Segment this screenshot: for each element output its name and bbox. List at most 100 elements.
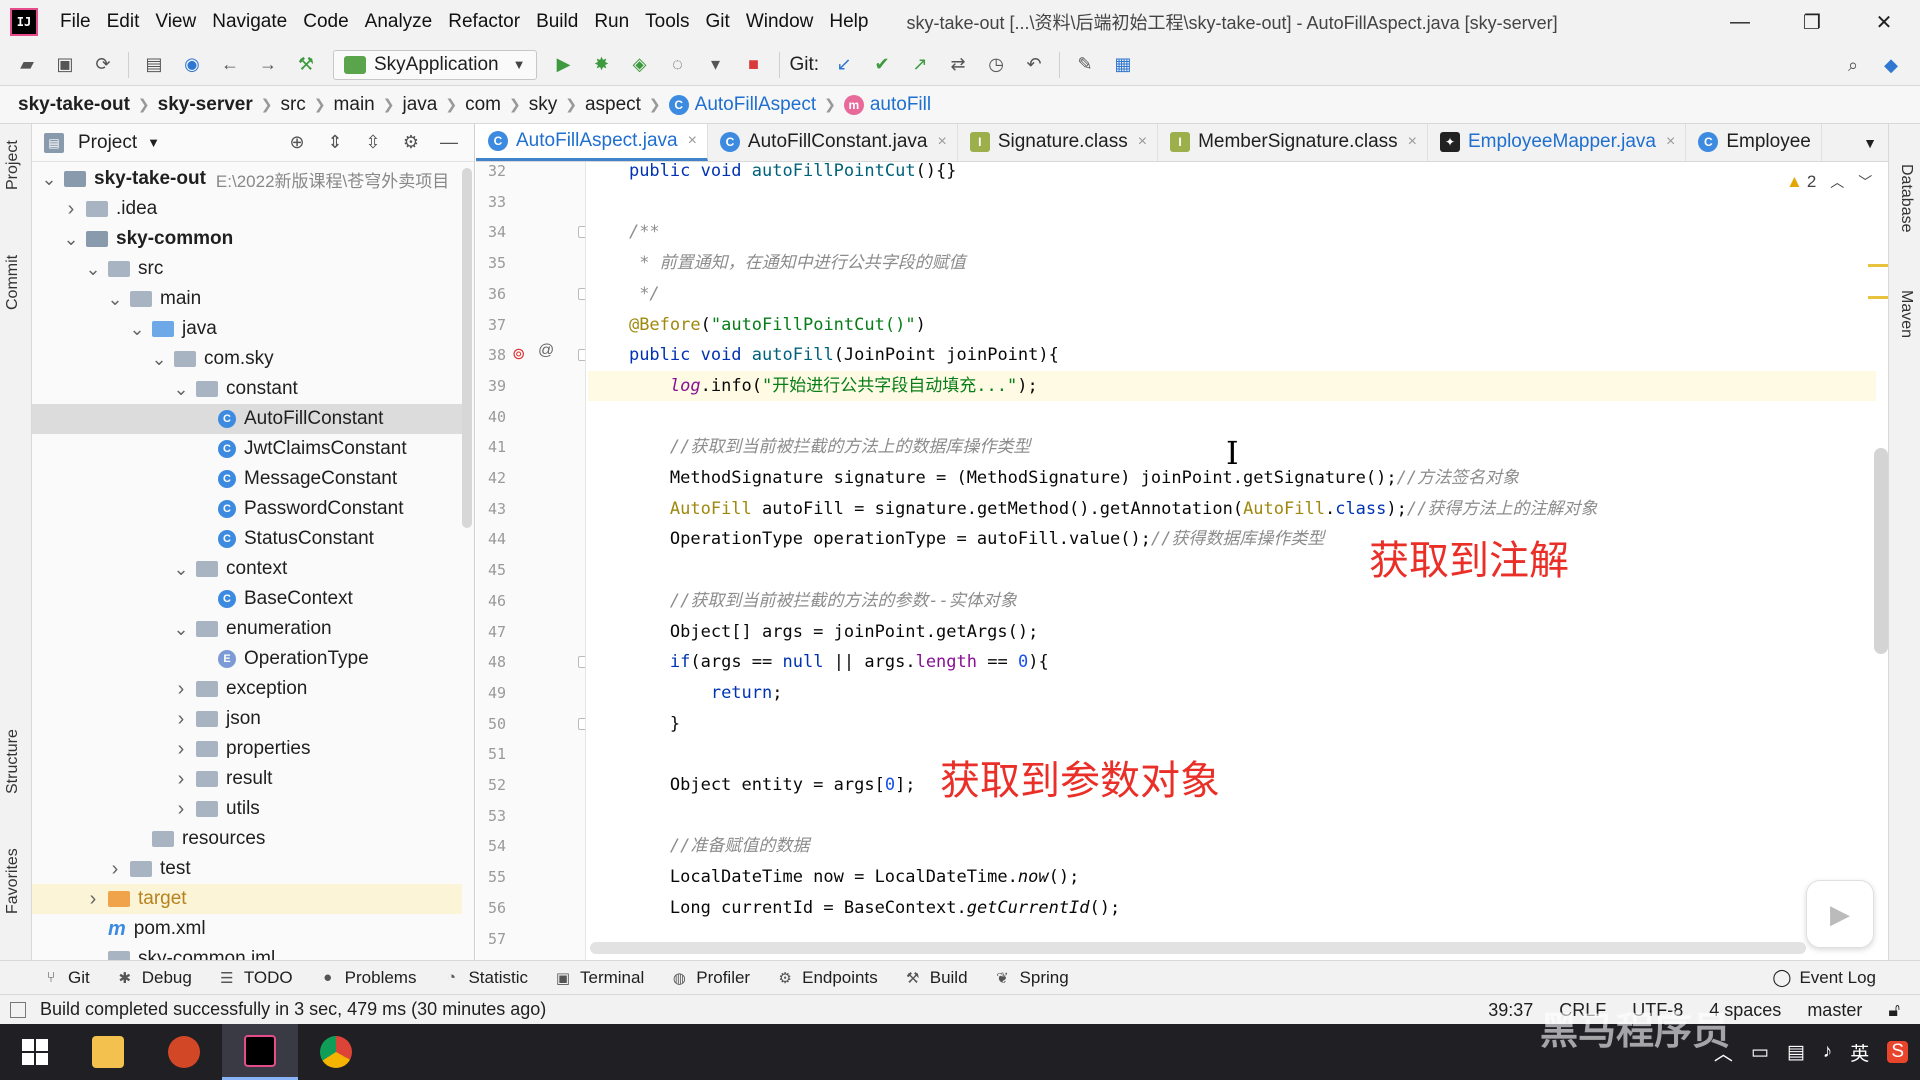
tool-window-terminal[interactable]: ▣ Terminal	[554, 968, 644, 988]
chevron-down-icon[interactable]: ▼	[147, 135, 160, 150]
menu-tools[interactable]: Tools	[637, 0, 697, 44]
code-line[interactable]: if(args == null || args.length == 0){	[588, 647, 1876, 677]
menu-view[interactable]: View	[147, 0, 204, 44]
git-push-icon[interactable]: ↗	[905, 50, 935, 80]
tree-item[interactable]: C JwtClaimsConstant	[32, 434, 462, 464]
chevron-right-icon[interactable]: ›	[84, 888, 102, 911]
save-icon[interactable]: ▣	[50, 50, 80, 80]
breadcrumb-item[interactable]: sky-server	[158, 94, 253, 116]
editor-tab[interactable]: ✦ EmployeeMapper.java ×	[1428, 124, 1687, 161]
tree-scrollbar[interactable]	[462, 168, 472, 528]
chevron-right-icon[interactable]: ›	[62, 198, 80, 221]
tree-item[interactable]: › json	[32, 704, 462, 734]
aspect-at-icon[interactable]: @	[538, 342, 554, 360]
build-hammer-icon[interactable]: ⚒	[291, 50, 321, 80]
menu-help[interactable]: Help	[821, 0, 876, 44]
editor-tab[interactable]: C AutoFillConstant.java ×	[708, 124, 958, 161]
structure-tool-tab[interactable]: Structure	[4, 729, 22, 794]
code-line[interactable]: //获取到当前被拦截的方法的参数--实体对象	[588, 586, 1876, 616]
menu-edit[interactable]: Edit	[99, 0, 148, 44]
chevron-down-icon[interactable]: ⌄	[150, 349, 168, 370]
code-line[interactable]: * 前置通知，在通知中进行公共字段的赋值	[588, 248, 1876, 278]
breadcrumb-item[interactable]: sky-take-out	[18, 94, 130, 116]
code-line[interactable]: return;	[588, 678, 1876, 708]
chevron-right-icon[interactable]: ›	[172, 678, 190, 701]
tree-item[interactable]: › result	[32, 764, 462, 794]
menu-navigate[interactable]: Navigate	[204, 0, 295, 44]
menu-git[interactable]: Git	[698, 0, 738, 44]
code-line[interactable]: @Before("autoFillPointCut()")	[588, 310, 1876, 340]
rollback-icon[interactable]: ↶	[1019, 50, 1049, 80]
tool-window-profiler[interactable]: ◍ Profiler	[670, 968, 750, 988]
tree-item[interactable]: ⌄ sky-common	[32, 224, 462, 254]
fold-marker-icon[interactable]	[578, 349, 585, 362]
close-icon[interactable]: ×	[1138, 133, 1147, 151]
tree-item[interactable]: sky-common.iml	[32, 944, 462, 960]
code-line[interactable]: /**	[588, 217, 1876, 247]
tree-item[interactable]: resources	[32, 824, 462, 854]
tree-item[interactable]: ⌄ enumeration	[32, 614, 462, 644]
chevron-down-icon[interactable]: ⌄	[172, 379, 190, 400]
code-line[interactable]: Object entity = args[0];	[588, 770, 1876, 800]
fold-marker-icon[interactable]	[578, 287, 585, 300]
favorites-tool-tab[interactable]: Favorites	[4, 848, 22, 914]
forward-icon[interactable]: →	[253, 50, 283, 80]
code-line[interactable]: }	[588, 709, 1876, 739]
code-line[interactable]	[588, 187, 1876, 217]
code-line[interactable]	[588, 555, 1876, 585]
taskbar-explorer[interactable]	[70, 1024, 146, 1080]
tree-item[interactable]: ⌄ java	[32, 314, 462, 344]
tree-item[interactable]: ⌄ context	[32, 554, 462, 584]
ime-indicator[interactable]: 英	[1850, 1039, 1869, 1066]
tree-item[interactable]: ⌄ sky-take-out E:\2022新版课程\苍穹外卖项目	[32, 164, 462, 194]
chevron-up-icon[interactable]: ︿	[1830, 172, 1844, 192]
settings-wrench-icon[interactable]: ✎	[1070, 50, 1100, 80]
sync-icon[interactable]: ⟳	[88, 50, 118, 80]
profile-icon[interactable]: ◌	[663, 50, 693, 80]
tree-item[interactable]: m pom.xml	[32, 914, 462, 944]
code-line[interactable]: //准备赋值的数据	[588, 831, 1876, 861]
volume-icon[interactable]: ♪	[1823, 1041, 1833, 1063]
chevron-right-icon[interactable]: ›	[172, 768, 190, 791]
toolbox-icon[interactable]: ◆	[1876, 50, 1906, 80]
tree-item[interactable]: E OperationType	[32, 644, 462, 674]
code-line[interactable]: public void autoFillPointCut(){}	[588, 162, 1876, 186]
tool-window-problems[interactable]: ● Problems	[319, 968, 416, 988]
coverage-icon[interactable]: ◈	[625, 50, 655, 80]
tool-window-spring[interactable]: ❦ Spring	[994, 968, 1068, 988]
project-panel-title[interactable]: Project	[78, 132, 137, 154]
chevron-down-icon[interactable]: ⌄	[40, 169, 58, 190]
tool-window-endpoints[interactable]: ⚙ Endpoints	[776, 968, 877, 988]
fold-marker-icon[interactable]	[578, 717, 585, 730]
tree-item[interactable]: › exception	[32, 674, 462, 704]
tree-item[interactable]: C StatusConstant	[32, 524, 462, 554]
editor-tab[interactable]: C AutoFillAspect.java ×	[476, 124, 708, 161]
expand-all-icon[interactable]: ⇕	[316, 132, 354, 153]
tree-item[interactable]: › .idea	[32, 194, 462, 224]
tree-item[interactable]: ⌄ constant	[32, 374, 462, 404]
tree-item[interactable]: › target	[32, 884, 462, 914]
git-history-icon[interactable]: ◷	[981, 50, 1011, 80]
tree-item[interactable]: › properties	[32, 734, 462, 764]
chevron-right-icon[interactable]: ›	[172, 738, 190, 761]
tree-item[interactable]: ⌄ main	[32, 284, 462, 314]
menu-analyze[interactable]: Analyze	[357, 0, 441, 44]
code-line[interactable]: AutoFill autoFill = signature.getMethod(…	[588, 494, 1876, 524]
breadcrumb-item[interactable]: m autoFill	[843, 94, 931, 116]
open-folder-icon[interactable]: ▰	[12, 50, 42, 80]
search-icon[interactable]: ⌕	[1838, 50, 1868, 80]
sogou-icon[interactable]: S	[1887, 1041, 1908, 1063]
taskbar-powerpoint[interactable]	[146, 1024, 222, 1080]
gear-icon[interactable]: ⚙	[392, 132, 430, 153]
git-branch[interactable]: master	[1807, 1000, 1862, 1021]
menu-window[interactable]: Window	[738, 0, 822, 44]
tree-item[interactable]: › utils	[32, 794, 462, 824]
code-line[interactable]: Long currentId = BaseContext.getCurrentI…	[588, 893, 1876, 923]
horizontal-scrollbar[interactable]	[590, 942, 1806, 954]
run-configuration-select[interactable]: SkyApplication ▼	[333, 49, 537, 80]
code-line[interactable]: OperationType operationType = autoFill.v…	[588, 524, 1876, 554]
back-icon[interactable]: ←	[215, 50, 245, 80]
code-line[interactable]	[588, 402, 1876, 432]
code-line[interactable]	[588, 801, 1876, 831]
maximize-button[interactable]: ❐	[1776, 0, 1848, 44]
